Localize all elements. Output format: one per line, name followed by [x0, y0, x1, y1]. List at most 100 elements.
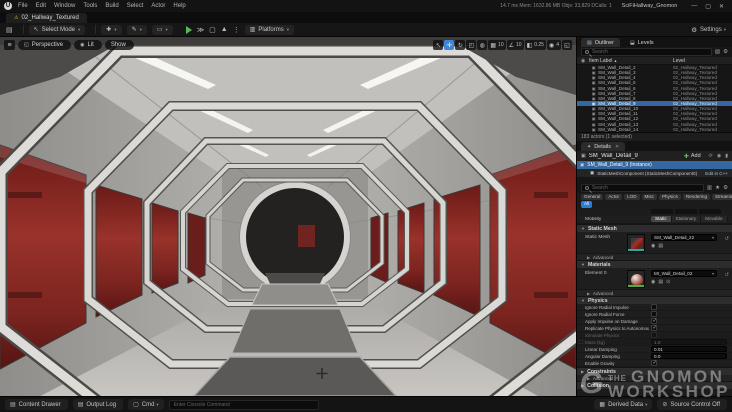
skip-button[interactable]: ≫ — [197, 26, 204, 34]
close-tab-icon[interactable]: ✕ — [615, 144, 619, 150]
output-log-button[interactable]: ▤ Output Log — [72, 399, 124, 410]
browse-content-icon[interactable]: ▤ — [658, 243, 663, 249]
select-mode-dropdown[interactable]: ↖ Select Mode ▾ — [28, 24, 86, 35]
vector-field[interactable] — [651, 209, 673, 214]
cinematics-dropdown[interactable]: ▭ ▾ — [151, 24, 173, 35]
tab-outliner[interactable]: ▤ Outliner — [581, 38, 620, 47]
checkbox[interactable] — [651, 311, 657, 317]
menu-select[interactable]: Select — [127, 3, 144, 9]
world-space-toggle[interactable]: ◍ — [477, 40, 488, 50]
restore-icon[interactable]: ▢ — [705, 3, 711, 10]
section-constraints[interactable]: ▶ Constraints — [577, 367, 732, 375]
menu-tools[interactable]: Tools — [83, 3, 97, 9]
item-label-column[interactable]: Item Label — [589, 58, 612, 64]
add-actor-dropdown[interactable]: ✚ ▾ — [101, 24, 122, 35]
content-drawer-button[interactable]: ▤ Content Drawer — [5, 399, 68, 410]
scale-tool[interactable]: ◰ — [466, 40, 477, 50]
move-tool[interactable]: ✛ — [444, 40, 455, 50]
mobility-static[interactable]: Static — [651, 215, 672, 223]
tab-levels[interactable]: ⬓ Levels — [624, 38, 660, 47]
menu-actor[interactable]: Actor — [151, 3, 165, 9]
category-misc-button[interactable]: Misc — [641, 193, 657, 201]
eject-button[interactable]: ▲ — [221, 26, 228, 33]
value-field[interactable]: 0.01 — [651, 346, 727, 352]
value-field[interactable]: 1.0 — [651, 339, 727, 345]
source-control-button[interactable]: ⊘ Source Control Off — [657, 399, 727, 410]
vector-field[interactable] — [699, 209, 721, 214]
static-mesh-select[interactable]: SM_Wall_Detail_22 ▾ — [651, 234, 717, 241]
select-tool[interactable]: ↖ — [433, 40, 444, 50]
category-actor-button[interactable]: Actor — [605, 193, 623, 201]
category-streaming-button[interactable]: Streaming — [712, 193, 732, 201]
component-tree-root[interactable]: ▣ SM_Wall_Detail_9 (Instance) — [577, 161, 732, 169]
maximize-viewport[interactable]: ◱ — [562, 40, 572, 50]
rotate-tool[interactable]: ↻ — [455, 40, 466, 50]
level-tab[interactable]: ⚠ 02_Hallway_Textured — [6, 13, 87, 23]
camera-speed[interactable]: ◉ 4 — [546, 40, 561, 50]
menu-help[interactable]: Help — [173, 3, 185, 9]
settings-dropdown[interactable]: ⚙ Settings ▾ — [691, 26, 726, 34]
outliner-column-header[interactable]: ◉ Item Label ▲ Level — [577, 57, 732, 65]
material-thumbnail[interactable] — [627, 270, 645, 288]
browse-icon[interactable]: ◉ — [717, 153, 721, 159]
edit-cpp-link[interactable]: Edit in C++ — [705, 171, 728, 176]
scale-snap-toggle[interactable]: ◧ 0.25 — [524, 40, 546, 50]
pipette-icon[interactable]: ⊙ — [666, 279, 670, 285]
minimize-icon[interactable]: — — [691, 3, 697, 9]
favorites-icon[interactable]: ★ — [715, 185, 720, 191]
cmd-dropdown[interactable]: ▢ Cmd ▾ — [128, 399, 164, 410]
menu-window[interactable]: Window — [54, 3, 75, 9]
menu-edit[interactable]: Edit — [36, 3, 46, 9]
section-static-mesh[interactable]: ▼ Static Mesh — [577, 224, 732, 232]
cycle-icon[interactable]: ⟳ — [709, 153, 713, 159]
menu-build[interactable]: Build — [105, 3, 118, 9]
grid-snap-toggle[interactable]: ▦ 10 — [488, 40, 506, 50]
category-all-button[interactable]: All — [581, 201, 593, 208]
use-selected-icon[interactable]: ◉ — [651, 243, 655, 249]
static-mesh-thumbnail[interactable] — [627, 234, 645, 252]
use-selected-icon[interactable]: ◉ — [651, 279, 655, 285]
level-viewport[interactable]: ≡ ◱ Perspective ◉ Lit Show ↖ ✛ ↻ ◰ ◍ ▦ 10 ∠ 10 ◧ 0… — [0, 37, 576, 396]
category-physics-button[interactable]: Physics — [658, 193, 681, 201]
vector-field[interactable] — [675, 209, 697, 214]
blueprints-dropdown[interactable]: ✎ ▾ — [126, 24, 147, 35]
show-dropdown[interactable]: Show — [104, 40, 134, 50]
browse-content-icon[interactable]: ▤ — [658, 279, 663, 285]
lock-icon[interactable]: ▮ — [725, 153, 728, 159]
level-column[interactable]: Level — [673, 58, 732, 64]
reset-icon[interactable]: ↺ — [725, 272, 729, 278]
mobility-stationary[interactable]: Stationary — [671, 215, 702, 223]
material-select[interactable]: MI_Wall_Detail_02 ▾ — [651, 270, 717, 277]
category-general-button[interactable]: General — [581, 193, 604, 201]
section-physics[interactable]: ▼ Physics — [577, 296, 732, 304]
mobility-movable[interactable]: Movable — [701, 215, 728, 223]
reset-icon[interactable]: ↺ — [725, 236, 729, 242]
perspective-dropdown[interactable]: ◱ Perspective — [18, 40, 72, 50]
checkbox[interactable] — [651, 360, 657, 366]
menu-file[interactable]: File — [18, 3, 28, 9]
rotation-snap-toggle[interactable]: ∠ 10 — [506, 40, 524, 50]
details-search-input[interactable]: Search — [581, 184, 704, 192]
play-options-icon[interactable]: ⋮ — [233, 26, 240, 34]
save-icon[interactable]: ▤ — [6, 26, 13, 34]
console-command-input[interactable]: Enter Console Command — [168, 399, 319, 410]
category-rendering-button[interactable]: Rendering — [682, 193, 711, 201]
details-settings-icon[interactable]: ⚙ — [723, 185, 728, 191]
derived-data-button[interactable]: ▦ Derived Data ▾ — [594, 399, 653, 410]
value-field[interactable]: 0.0 — [651, 353, 727, 359]
section-materials[interactable]: ▼ Materials — [577, 260, 732, 268]
viewport-options-icon[interactable]: ≡ — [4, 40, 15, 50]
folder-filter-icon[interactable]: ▧ — [715, 49, 720, 55]
component-tree-child[interactable]: ▣ StaticMeshComponent (StaticMeshCompone… — [577, 169, 732, 177]
tab-details[interactable]: ✦ Details ✕ — [581, 142, 626, 151]
close-icon[interactable]: ✕ — [719, 3, 724, 10]
platforms-dropdown[interactable]: ▥ Platforms ▾ — [244, 24, 294, 35]
checkbox[interactable] — [651, 325, 657, 331]
checkbox[interactable] — [651, 332, 657, 338]
stop-button[interactable]: ▢ — [209, 26, 216, 34]
outliner-settings-icon[interactable]: ⚙ — [723, 49, 728, 55]
view-mode-dropdown[interactable]: ◉ Lit — [74, 40, 102, 50]
override-checkbox[interactable] — [579, 340, 583, 344]
play-button[interactable] — [185, 25, 192, 34]
checkbox[interactable] — [651, 304, 657, 310]
